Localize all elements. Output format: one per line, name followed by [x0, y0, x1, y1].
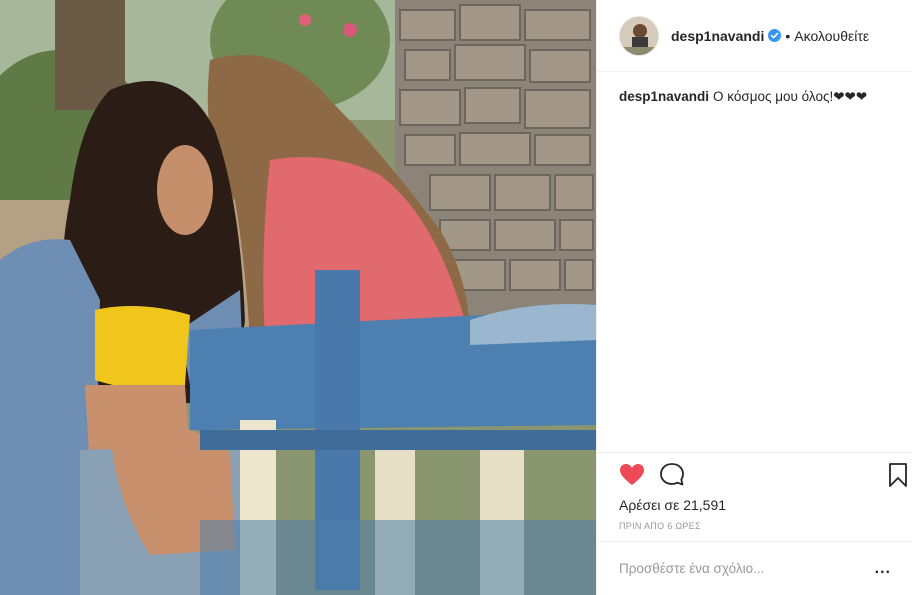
caption-text: Ο κόσμος μου όλος!❤❤❤: [713, 89, 868, 104]
comment-bubble-icon[interactable]: [659, 462, 685, 488]
likes-count[interactable]: Αρέσει σε 21,591: [619, 497, 726, 513]
bookmark-icon[interactable]: [885, 462, 911, 488]
follow-separator: •: [785, 27, 791, 44]
post-timestamp[interactable]: ΠΡΙΝ ΑΠΟ 6 ΩΡΕΣ: [619, 521, 701, 531]
avatar[interactable]: [619, 15, 659, 56]
heart-icon[interactable]: [619, 462, 645, 488]
action-bar: [597, 452, 912, 492]
post-caption: desp1navandi Ο κόσμος μου όλος!❤❤❤: [619, 88, 899, 106]
post-header: desp1navandi • Ακολουθείτε: [597, 0, 912, 72]
username-link[interactable]: desp1navandi: [671, 28, 764, 44]
avatar-image: [620, 16, 658, 55]
following-button[interactable]: Ακολουθείτε: [794, 28, 869, 44]
more-options-button[interactable]: ...: [875, 560, 891, 578]
photo-illustration: [0, 0, 596, 595]
post-side-panel: desp1navandi • Ακολουθείτε desp1navandi Ο…: [596, 0, 912, 595]
comment-bar: ...: [597, 541, 912, 595]
caption-username-link[interactable]: desp1navandi: [619, 89, 709, 104]
comment-input[interactable]: [619, 561, 875, 576]
post-photo[interactable]: [0, 0, 596, 595]
verified-badge-icon: [768, 29, 782, 42]
